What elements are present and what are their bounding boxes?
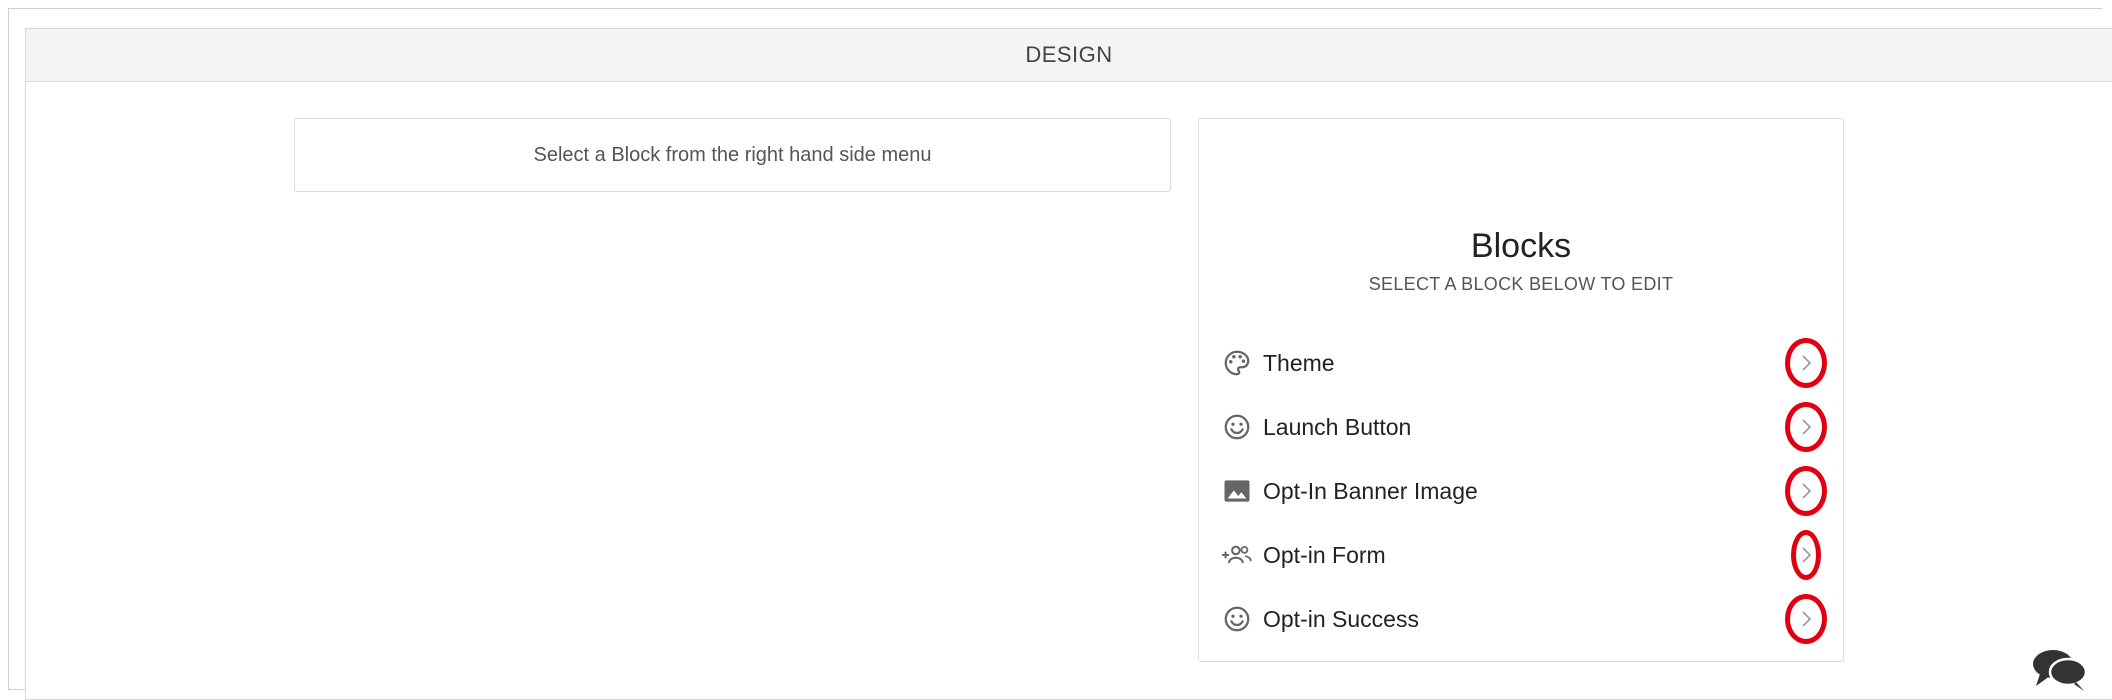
group-add-icon xyxy=(1221,539,1253,571)
chevron-right-icon xyxy=(1802,419,1812,435)
smiley-icon xyxy=(1221,411,1253,443)
chevron-right-icon xyxy=(1802,547,1812,563)
block-label-opt-in-banner-image: Opt-In Banner Image xyxy=(1263,477,1478,504)
panel-header: DESIGN xyxy=(26,29,2112,82)
block-item-opt-in-success[interactable]: Opt-in Success xyxy=(1199,587,1843,651)
block-label-launch-button: Launch Button xyxy=(1263,413,1412,440)
block-item-launch-button[interactable]: Launch Button xyxy=(1199,395,1843,459)
palette-icon xyxy=(1221,347,1253,379)
chevron-right-icon xyxy=(1802,483,1812,499)
block-item-theme[interactable]: Theme xyxy=(1199,331,1843,395)
blocks-card: Blocks SELECT A BLOCK BELOW TO EDIT Them… xyxy=(1198,118,1844,662)
blocks-subtitle: SELECT A BLOCK BELOW TO EDIT xyxy=(1368,274,1674,294)
block-label-theme: Theme xyxy=(1263,349,1335,376)
block-item-opt-in-form[interactable]: Opt-in Form xyxy=(1199,523,1843,587)
smiley-icon xyxy=(1221,603,1253,635)
preview-placeholder: Select a Block from the right hand side … xyxy=(294,118,1171,192)
chevron-button-opt-in-banner-image[interactable] xyxy=(1785,466,1827,516)
placeholder-message: Select a Block from the right hand side … xyxy=(533,143,932,166)
image-icon xyxy=(1221,475,1253,507)
block-label-opt-in-form: Opt-in Form xyxy=(1263,541,1386,568)
panel-title: DESIGN xyxy=(1025,42,1113,67)
chevron-right-icon xyxy=(1802,611,1812,627)
block-label-opt-in-success: Opt-in Success xyxy=(1263,605,1419,632)
block-list: Theme Launch Button Opt-In Banner Image … xyxy=(1199,331,1843,651)
chevron-button-opt-in-success[interactable] xyxy=(1785,594,1827,644)
chevron-button-opt-in-form[interactable] xyxy=(1791,530,1821,580)
block-item-opt-in-banner-image[interactable]: Opt-In Banner Image xyxy=(1199,459,1843,523)
chevron-button-theme[interactable] xyxy=(1785,338,1827,388)
chevron-button-launch-button[interactable] xyxy=(1785,402,1827,452)
chevron-right-icon xyxy=(1802,355,1812,371)
chat-bubbles-icon[interactable] xyxy=(2030,644,2090,694)
blocks-title: Blocks xyxy=(1470,227,1572,265)
